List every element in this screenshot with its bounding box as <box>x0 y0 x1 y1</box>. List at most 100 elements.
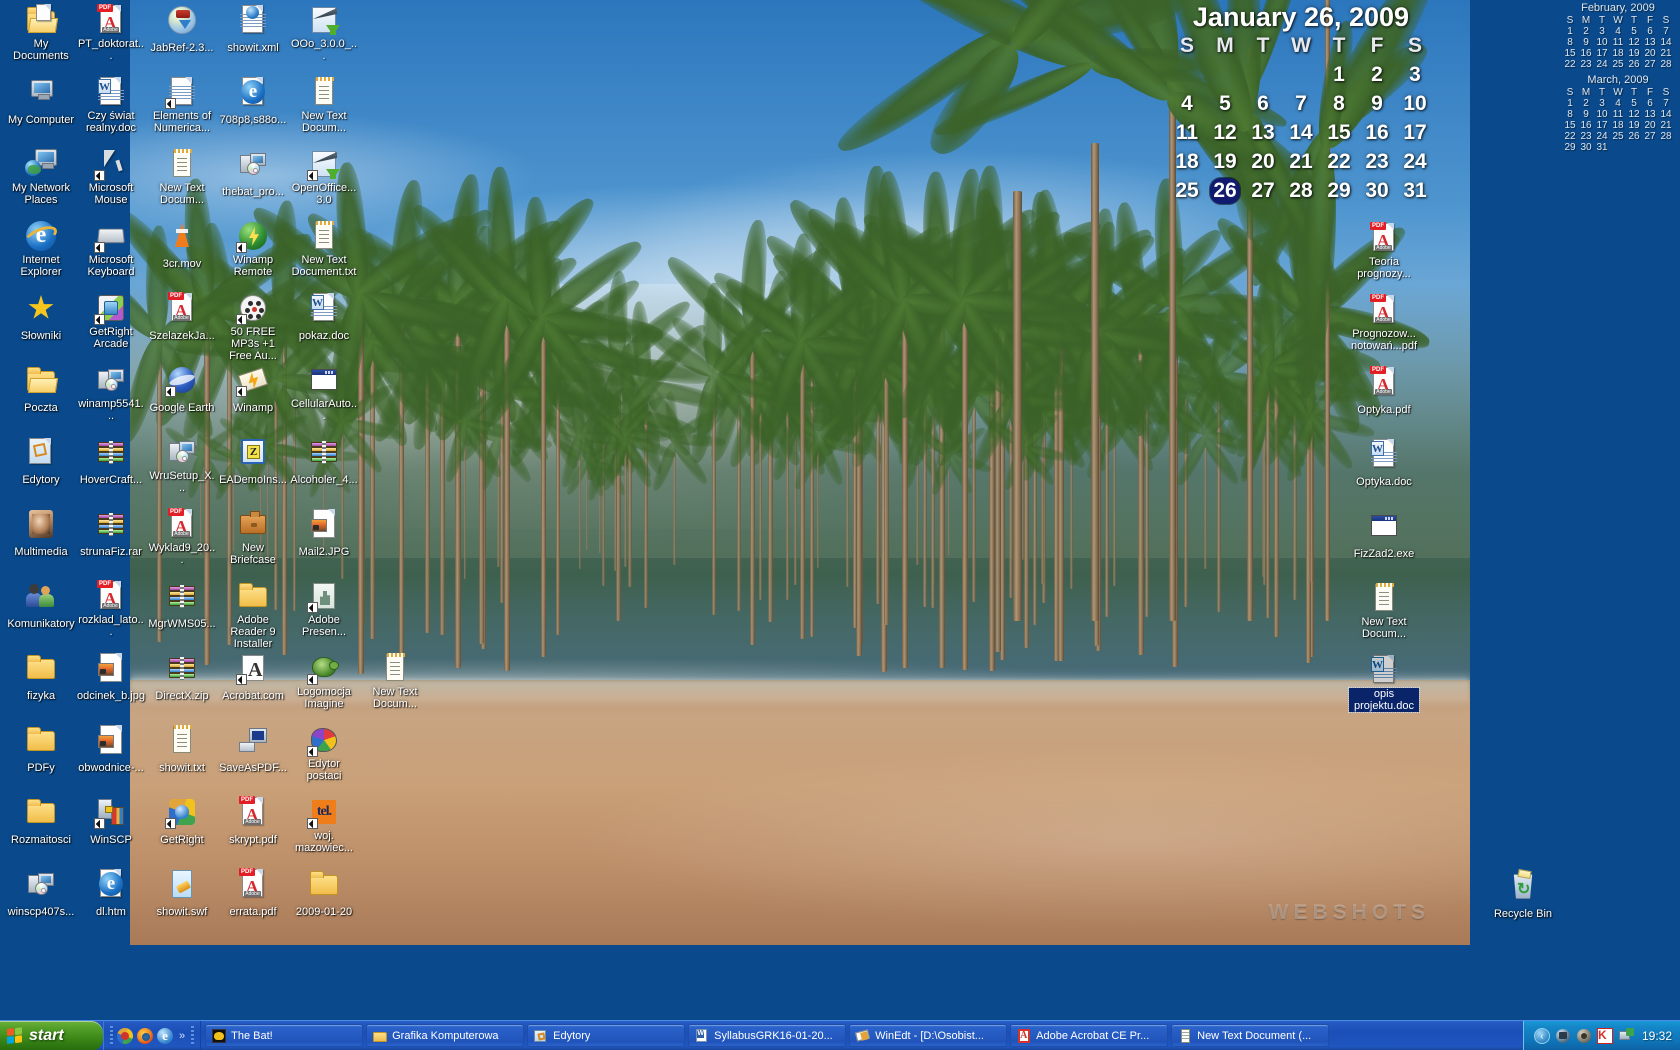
network-connection-icon[interactable] <box>1618 1027 1634 1044</box>
desktop-icon[interactable]: Edytory <box>6 436 76 488</box>
desktop-icon[interactable]: WruSetup_X... <box>147 436 217 496</box>
getright-icon[interactable] <box>117 1027 133 1044</box>
desktop-icon[interactable]: e 708p8,s88o... <box>218 76 288 128</box>
desktop-icon[interactable]: JabRef-2.3... <box>147 4 217 56</box>
desktop-icon[interactable]: New Text Docum... <box>1349 582 1419 642</box>
desktop-icon[interactable]: winamp5541... <box>76 364 146 424</box>
desktop-icon[interactable]: New Text Document.txt <box>289 220 359 280</box>
desktop-icon[interactable]: GetRight Arcade <box>76 292 146 352</box>
desktop-icon[interactable]: HoverCraft... <box>76 436 146 488</box>
speaker-volume-icon[interactable] <box>1576 1028 1592 1044</box>
desktop-icon[interactable]: A Adobe PDF skrypt.pdf <box>218 796 288 848</box>
minicalendar-day-cell: 8 <box>1567 109 1573 120</box>
taskbar-task-button[interactable]: WinEdt - [D:\Osobist... <box>849 1024 1008 1047</box>
taskbar-task-button[interactable]: New Text Document (... <box>1171 1024 1330 1047</box>
safely-remove-hardware-icon[interactable] <box>1555 1028 1571 1044</box>
desktop-icon[interactable]: Alcoholer_4... <box>289 436 359 488</box>
desktop-icon[interactable]: New Text Docum... <box>147 148 217 208</box>
desktop-icon[interactable]: Mail2.JPG <box>289 508 359 560</box>
taskbar-clock[interactable]: 19:32 <box>1642 1029 1672 1043</box>
desktop-icon[interactable]: e Internet Explorer <box>6 220 76 280</box>
desktop-icon[interactable]: Adobe Presen... <box>289 580 359 640</box>
desktop-icon[interactable]: My Network Places <box>6 148 76 208</box>
taskbar-task-label: New Text Document (... <box>1197 1029 1312 1042</box>
desktop-icon[interactable]: W Czy świat realny.doc <box>76 76 146 136</box>
desktop-icon[interactable]: A Adobe PDF Optyka.pdf <box>1349 366 1419 418</box>
desktop-icon[interactable]: Multimedia <box>6 508 76 560</box>
desktop-icon[interactable]: tel. woj. mazowiec... <box>289 796 359 856</box>
desktop-icon[interactable]: OOo_3.0.0_... <box>289 4 359 64</box>
internet-explorer-icon[interactable]: e <box>157 1027 173 1044</box>
desktop-icon[interactable]: winscp407s... <box>6 868 76 920</box>
desktop-icon[interactable]: Winamp Remote <box>218 220 288 280</box>
desktop-icon[interactable]: A Adobe PDF errata.pdf <box>218 868 288 920</box>
system-tray: ‹ K 19:32 <box>1522 1021 1680 1050</box>
desktop-icon[interactable]: Wopis projektu.doc <box>1348 654 1420 714</box>
desktop-icon[interactable]: Adobe Reader 9 Installer <box>218 580 288 652</box>
desktop-icon[interactable]: A Adobe PDF rozklad_lato... <box>76 580 146 640</box>
desktop-icon[interactable]: strunaFiz.rar <box>76 508 146 560</box>
desktop-icon[interactable]: Logomocja Imagine <box>289 652 359 712</box>
desktop-icon[interactable]: Microsoft Mouse <box>76 148 146 208</box>
desktop-icon[interactable]: My Documents <box>6 4 76 64</box>
desktop-icon[interactable]: WinSCP <box>76 796 146 848</box>
desktop-icon[interactable]: New Briefcase <box>218 508 288 568</box>
quick-launch-overflow-chevron[interactable]: » <box>179 1030 185 1042</box>
quick-launch-grip[interactable] <box>110 1025 113 1046</box>
tray-expand-chevron-icon[interactable]: ‹ <box>1533 1027 1550 1044</box>
desktop-icon[interactable]: PDFy <box>6 724 76 776</box>
desktop-icon[interactable]: e dl.htm <box>76 868 146 920</box>
desktop-icon[interactable]: A Adobe PDF Teoria prognozy... <box>1349 222 1419 282</box>
desktop-icon[interactable]: Winamp <box>218 364 288 416</box>
desktop-icon[interactable]: Słowniki <box>6 292 76 344</box>
desktop-icon[interactable]: showit.swf <box>147 868 217 920</box>
desktop-icon[interactable]: New Text Docum... <box>289 76 359 136</box>
desktop-icon[interactable]: Edytor postaci <box>289 724 359 784</box>
desktop-icon[interactable]: A Adobe PDF Prognozow... notowań...pdf <box>1349 294 1419 354</box>
desktop-icon[interactable]: A Adobe PDF PT_doktorat... <box>76 4 146 64</box>
desktop-icon[interactable]: odcinek_b.jpg <box>76 652 146 704</box>
desktop-icon[interactable]: OpenOffice... 3.0 <box>289 148 359 208</box>
desktop-icon[interactable]: New Text Docum... <box>360 652 430 712</box>
desktop-icon[interactable]: Z EADemoIns... <box>218 436 288 488</box>
desktop-icon[interactable]: showit.txt <box>147 724 217 776</box>
desktop-icon[interactable]: Rozmaitosci <box>6 796 76 848</box>
desktop-icon[interactable]: GetRight <box>147 796 217 848</box>
desktop-icon[interactable]: A Adobe PDF SzelazekJa... <box>147 292 217 344</box>
palm-tree <box>725 312 866 601</box>
desktop-icon[interactable]: Wpokaz.doc <box>289 292 359 344</box>
desktop-icon[interactable]: Poczta <box>6 364 76 416</box>
desktop-icon[interactable]: My Computer <box>6 76 76 128</box>
desktop-icon[interactable]: CellularAuto... <box>289 364 359 424</box>
desktop-icon[interactable]: W Optyka.doc <box>1349 438 1419 490</box>
desktop-icon[interactable]: thebat_pro... <box>218 148 288 200</box>
taskbar-task-button[interactable]: Grafika Komputerowa <box>366 1024 525 1047</box>
desktop-icon[interactable]: MgrWMS05... <box>147 580 217 632</box>
kaspersky-icon[interactable]: K <box>1596 1027 1613 1044</box>
desktop-icon[interactable]: obwodnice-... <box>76 724 146 776</box>
start-button[interactable]: start <box>0 1021 103 1050</box>
taskbar-task-button[interactable]: W SyllabusGRK16-01-20... <box>688 1024 847 1047</box>
desktop-icon[interactable]: showit.xml <box>218 4 288 56</box>
taskbar-task-button[interactable]: A Adobe Acrobat CE Pr... <box>1010 1024 1169 1047</box>
desktop-icon[interactable]: 3cr.mov <box>147 220 217 272</box>
desktop-icon[interactable]: SaveAsPDF... <box>218 724 288 776</box>
desktop-icon[interactable]: FizZad2.exe <box>1349 510 1419 562</box>
firefox-icon[interactable] <box>137 1027 153 1044</box>
desktop-icon[interactable]: Acrobat.com <box>218 652 288 704</box>
desktop-icon[interactable]: A Adobe PDF Wyklad9_20... <box>147 508 217 568</box>
taskbar-task-button[interactable]: The Bat! <box>205 1024 364 1047</box>
calendar-week-row: 4 5 6 7 8 9 10 <box>1168 89 1434 118</box>
desktop-icon[interactable]: Elements of Numerica... <box>147 76 217 136</box>
desktop-icon[interactable]: fizyka <box>6 652 76 704</box>
taskbar-task-button[interactable]: Edytory <box>527 1024 686 1047</box>
desktop-icon[interactable]: Komunikatory <box>6 580 76 632</box>
desktop-icon[interactable]: Google Earth <box>147 364 217 416</box>
desktop-icon[interactable]: DirectX.zip <box>147 652 217 704</box>
quick-launch-grip-end[interactable] <box>191 1025 195 1046</box>
recycle-bin[interactable]: Recycle Bin <box>1488 868 1558 922</box>
desktop-icon[interactable]: Microsoft Keyboard <box>76 220 146 280</box>
desktop-icon[interactable]: 2009-01-20 <box>289 868 359 920</box>
calendar-day-cell: 5 <box>1219 91 1231 115</box>
desktop-icon[interactable]: 50 FREE MP3s +1 Free Au... <box>218 292 288 364</box>
